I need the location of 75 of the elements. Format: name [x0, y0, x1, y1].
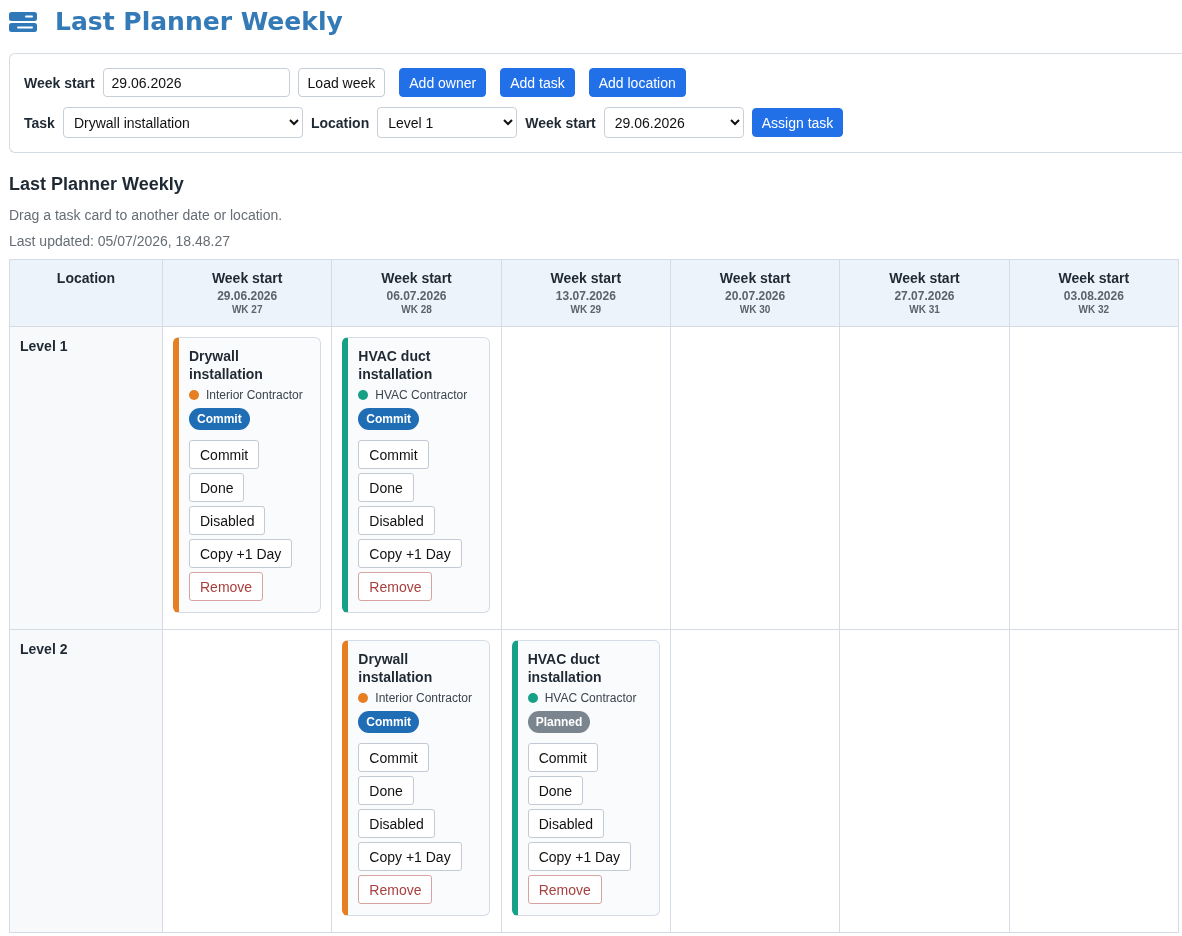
task-title: HVAC duct installation [358, 347, 434, 383]
task-select[interactable]: Drywall installation [62, 107, 303, 138]
task-title: Drywall installation [358, 650, 434, 686]
commit-button[interactable]: Commit [189, 440, 260, 469]
disable-button[interactable]: Disabled [358, 809, 435, 838]
remove-button[interactable]: Remove [527, 875, 602, 904]
load-week-button[interactable]: Load week [297, 68, 386, 97]
column-title: Week start [888, 270, 961, 287]
status-badge: Commit [358, 711, 419, 733]
task-card[interactable]: Drywall installation Interior Contractor Commit Commit Done Disabled Copy +1 Day Remove [342, 640, 491, 916]
done-button[interactable]: Done [189, 473, 245, 502]
status-badge: Commit [189, 408, 250, 430]
location-label: Level 2 [20, 641, 68, 657]
column-title: Week start [549, 270, 623, 287]
task-title: Drywall installation [189, 347, 264, 383]
column-title: Location [55, 270, 117, 287]
last-updated-text: Last updated: 05/07/2026, 18.48.27 [9, 232, 232, 251]
section-title: Last Planner Weekly [9, 173, 185, 195]
owner-name: Interior Contractor [375, 690, 473, 706]
week-number: WK 27 [230, 304, 264, 316]
app-title: Last Planner Weekly [55, 6, 343, 38]
copy-button[interactable]: Copy +1 Day [189, 539, 293, 568]
week-number: WK 32 [1077, 304, 1111, 316]
disable-button[interactable]: Disabled [358, 506, 435, 535]
commit-button[interactable]: Commit [527, 743, 598, 772]
status-badge: Planned [527, 711, 591, 733]
commit-button[interactable]: Commit [358, 440, 429, 469]
column-date: 29.06.2026 [216, 288, 279, 304]
task-card[interactable]: HVAC duct installation HVAC Contractor Commit Commit Done Disabled Copy +1 Day Remove [342, 337, 491, 613]
owner-name: Interior Contractor [206, 387, 303, 403]
commit-button[interactable]: Commit [358, 743, 429, 772]
remove-button[interactable]: Remove [189, 572, 264, 601]
column-date: 20.07.2026 [724, 288, 787, 304]
field-label: Week start [525, 114, 596, 131]
week-number: WK 29 [569, 304, 603, 316]
done-button[interactable]: Done [527, 776, 584, 805]
field-label: Week start [24, 74, 95, 91]
hint-text: Drag a task card to another date or location. [9, 206, 284, 225]
disable-button[interactable]: Disabled [527, 809, 605, 838]
add-button[interactable]: Add owner [399, 68, 487, 97]
field-label: Task [24, 114, 55, 131]
week-start-input[interactable]: 29.06.2026 [102, 68, 290, 97]
assign-task-button[interactable]: Assign task [751, 108, 844, 137]
add-button[interactable]: Add task [500, 68, 575, 97]
done-button[interactable]: Done [358, 776, 414, 805]
task-card[interactable]: HVAC duct installation HVAC Contractor Planned Commit Done Disabled Copy +1 Day Remove [511, 640, 660, 916]
week-number: WK 31 [908, 304, 941, 316]
column-title: Week start [210, 270, 284, 287]
done-button[interactable]: Done [358, 473, 414, 502]
disable-button[interactable]: Disabled [189, 506, 266, 535]
task-title: HVAC duct installation [527, 650, 603, 686]
task-card[interactable]: Drywall installation Interior Contractor Commit Commit Done Disabled Copy +1 Day Remove [173, 337, 321, 613]
column-date: 06.07.2026 [385, 288, 448, 304]
copy-button[interactable]: Copy +1 Day [358, 539, 462, 568]
location-select[interactable]: Level 1 [377, 107, 518, 138]
server-icon [9, 12, 37, 32]
copy-button[interactable]: Copy +1 Day [527, 842, 631, 871]
column-title: Week start [380, 270, 453, 287]
remove-button[interactable]: Remove [358, 875, 433, 904]
column-title: Week start [1057, 270, 1131, 287]
owner-name: HVAC Contractor [544, 690, 637, 706]
week-start-select[interactable]: 29.06.2026 [603, 107, 744, 138]
column-date: 03.08.2026 [1062, 288, 1125, 304]
add-button[interactable]: Add location [588, 68, 686, 97]
owner-name: HVAC Contractor [375, 387, 468, 403]
remove-button[interactable]: Remove [358, 572, 433, 601]
column-date: 13.07.2026 [554, 288, 617, 304]
week-number: WK 30 [738, 304, 772, 316]
location-label: Level 1 [20, 338, 68, 354]
status-badge: Commit [358, 408, 419, 430]
week-number: WK 28 [400, 304, 433, 316]
field-label: Location [310, 114, 370, 131]
column-title: Week start [718, 270, 792, 287]
copy-button[interactable]: Copy +1 Day [358, 842, 462, 871]
column-date: 27.07.2026 [893, 288, 956, 304]
